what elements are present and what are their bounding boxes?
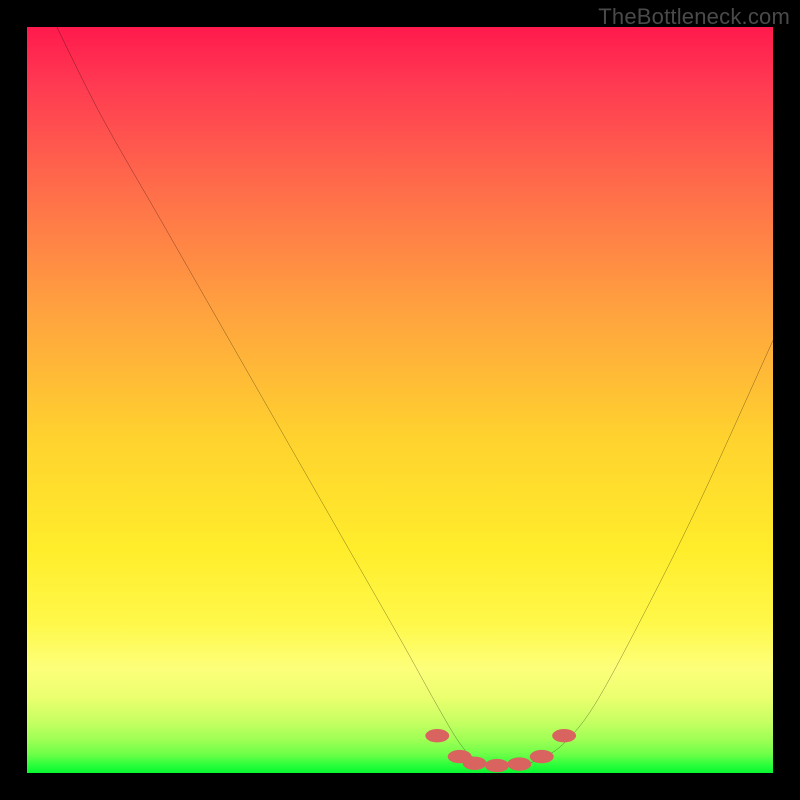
bottleneck-curve	[57, 27, 773, 766]
optimal-range-marker	[552, 729, 576, 742]
chart-frame: TheBottleneck.com	[0, 0, 800, 800]
optimal-range-marker	[425, 729, 449, 742]
optimal-range-marker	[485, 759, 509, 772]
chart-plot-area	[27, 27, 773, 773]
optimal-range-marker	[463, 757, 487, 770]
chart-svg	[27, 27, 773, 773]
optimal-range-marker	[507, 757, 531, 770]
optimal-range-marker	[530, 750, 554, 763]
optimal-range-markers	[425, 729, 576, 772]
